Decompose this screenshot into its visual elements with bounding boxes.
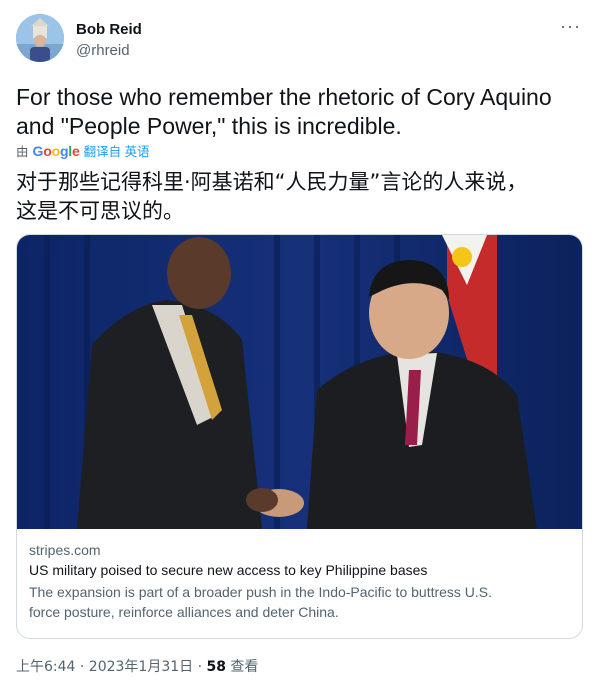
views-label: 查看 bbox=[225, 659, 259, 675]
tweet-text-line: For those who remember the rhetoric of C… bbox=[16, 84, 552, 110]
views-count: 58 bbox=[206, 659, 226, 675]
link-preview-card[interactable]: stripes.com US military poised to secure… bbox=[16, 234, 583, 639]
tweet-text-line: and "People Power," this is incredible. bbox=[16, 113, 402, 139]
google-logo: Google bbox=[32, 142, 80, 159]
tweet-text: For those who remember the rhetoric of C… bbox=[16, 83, 591, 141]
translation-source-link[interactable]: 翻译自 英语 bbox=[84, 141, 150, 160]
author-handle[interactable]: @rhreid bbox=[76, 42, 130, 59]
author-name[interactable]: Bob Reid bbox=[76, 21, 142, 38]
translation-prefix: 由 bbox=[16, 145, 29, 159]
translated-text-line: 这是不可思议的。 bbox=[16, 199, 184, 223]
card-title: US military poised to secure new access … bbox=[29, 562, 428, 578]
card-description: The expansion is part of a broader push … bbox=[29, 582, 569, 622]
translated-text-line: 对于那些记得科里·阿基诺和“人民力量”言论的人来说， bbox=[16, 170, 528, 194]
avatar-photo bbox=[16, 14, 64, 62]
tweet-meta: 上午6:44 · 2023年1月31日 · 58 查看 bbox=[16, 656, 258, 676]
avatar[interactable] bbox=[16, 14, 64, 62]
more-options-icon[interactable]: ··· bbox=[560, 16, 581, 37]
card-description-line: The expansion is part of a broader push … bbox=[29, 584, 493, 600]
translated-text: 对于那些记得科里·阿基诺和“人民力量”言论的人来说， 这是不可思议的。 bbox=[16, 168, 591, 226]
tweet-timestamp[interactable]: 上午6:44 · 2023年1月31日 · bbox=[16, 659, 207, 675]
card-domain: stripes.com bbox=[29, 542, 101, 558]
card-image bbox=[17, 235, 582, 529]
translation-attribution: 由 Google 翻译自 英语 bbox=[16, 141, 150, 160]
card-description-line: force posture, reinforce alliances and d… bbox=[29, 604, 339, 620]
